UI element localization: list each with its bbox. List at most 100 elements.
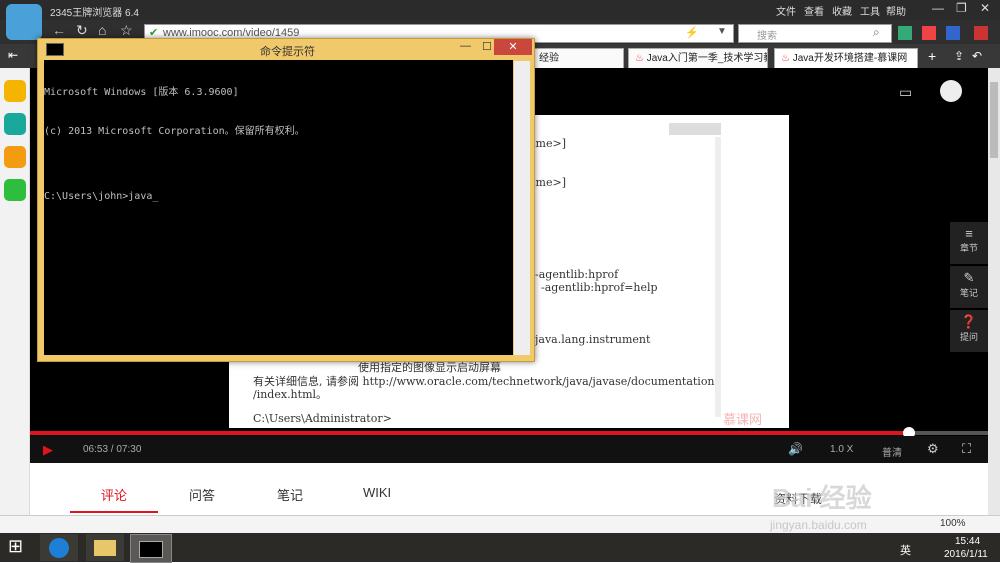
tab-wiki[interactable]: WIKI [363,485,391,500]
inner-scrollbar [715,137,721,417]
tab-menu-icon[interactable]: ⇪ [954,49,964,63]
menu-favorites[interactable]: 收藏 [832,3,852,18]
browser-title-bar: 2345王牌浏览器 6.4 文件 查看 收藏 工具 帮助 — ❐ ✕ [0,0,1000,20]
baidu-watermark-url: jingyan.baidu.com [770,518,867,532]
explorer-taskbar-button[interactable] [86,534,124,561]
ime-indicator[interactable]: 英 [900,542,911,558]
tab-qa[interactable]: 问答 [189,485,215,504]
search-box[interactable]: 搜索 ⌕ [738,24,892,43]
menu-file[interactable]: 文件 [776,3,796,18]
folder-icon [94,540,116,556]
output-line: /index.html。 [253,388,328,401]
ask-label: 提问 [959,332,978,342]
pencil-icon: ✎ [963,270,975,285]
cmd-icon [46,43,64,56]
chapters-icon: ≡ [965,226,973,241]
active-tab-indicator [70,511,158,513]
tab-comments[interactable]: 评论 [101,485,127,504]
maximize-icon[interactable]: ❐ [956,1,967,15]
zoom-level[interactable]: 100% [940,518,966,529]
tab-label: Java入门第一季_技术学习教 [646,53,768,64]
page-scrollbar[interactable] [988,68,1000,533]
ie-taskbar-button[interactable] [40,534,78,561]
menu-tools[interactable]: 工具 [860,3,880,18]
compat-mode-icon[interactable]: ⚡ [685,26,699,39]
cmd-console[interactable]: Microsoft Windows [版本 6.3.9600] (c) 2013… [44,60,513,355]
tab-java-setup[interactable]: ♨ Java开发环境搭建-慕课网 [774,48,918,68]
video-watermark: 慕课网 [723,412,763,427]
cmd-title: 命令提示符 [260,46,315,58]
chapters-button[interactable]: ≡ 章节 [950,222,988,264]
menu-help[interactable]: 帮助 [886,3,906,18]
browser-logo [6,4,42,40]
settings-icon[interactable]: ⚙ [927,441,939,457]
new-tab-icon[interactable]: + [928,48,936,64]
cmd-maximize-icon[interactable]: ☐ [482,40,492,53]
windows-start-icon[interactable]: ⊞ [8,536,23,557]
menu-view[interactable]: 查看 [804,3,824,18]
play-icon[interactable]: ▶ [43,442,53,458]
fire-icon: ♨ [781,53,793,64]
refresh-icon[interactable]: ↻ [76,22,88,39]
clock-date[interactable]: 2016/1/11 [944,549,988,560]
back-icon[interactable]: ← [52,22,66,38]
search-input[interactable]: 搜索 [757,27,777,42]
progress-played[interactable] [30,431,909,435]
apps-icon[interactable] [898,26,912,40]
cmd-icon [139,541,163,558]
progress-remaining[interactable] [909,431,988,435]
home-icon[interactable]: ⌂ [98,22,106,38]
console-line: Microsoft Windows [版本 6.3.9600] [44,87,239,98]
output-prompt: C:\Users\Administrator> [253,412,392,425]
window-controls-icon [669,123,721,135]
sidebar [0,68,30,533]
player-controls: ▶ 06:53 / 07:30 🔊 1.0 X 普清 ⚙ ⛶ [30,436,988,463]
gallery-icon[interactable] [922,26,936,40]
restore-tab-icon[interactable]: ⇤ [8,48,18,62]
screen-icon[interactable] [946,26,960,40]
tab-label: 经验 [539,53,559,64]
tab-experience[interactable]: 经验 [532,48,624,68]
notes-button[interactable]: ✎ 笔记 [950,266,988,308]
output-line: java.lang.instrument [535,333,651,346]
question-icon: ❓ [960,314,978,329]
cmd-scrollbar[interactable] [514,61,530,355]
dropdown-icon[interactable]: ▼ [717,26,727,37]
tab-java-intro[interactable]: ♨ Java入门第一季_技术学习教 [628,48,768,68]
fullscreen-icon[interactable]: ⛶ [962,441,971,457]
speed-button[interactable]: 1.0 X [830,444,853,455]
history-icon[interactable] [4,113,26,135]
cmd-minimize-icon[interactable]: — [460,40,471,52]
search-icon[interactable]: ⌕ [873,25,880,40]
cursor: _ [152,191,159,202]
cmd-taskbar-button[interactable] [130,534,172,563]
clock-time[interactable]: 15:44 [955,536,980,547]
notes-label: 笔记 [959,288,978,298]
account-icon[interactable] [974,26,988,40]
undo-icon[interactable]: ↶ [972,49,982,63]
time-display: 06:53 / 07:30 [83,444,142,455]
fire-icon: ♨ [635,53,647,64]
cmd-close-button[interactable]: ✕ [494,39,532,55]
chapters-label: 章节 [959,243,978,253]
tab-label: Java开发环境搭建-慕课网 [792,53,908,64]
output-line: -agentlib:hprof=help [541,281,658,294]
favorites-icon[interactable] [4,80,26,102]
wechat-icon[interactable] [4,179,26,201]
console-prompt[interactable]: C:\Users\john>java_ [44,190,513,203]
scrollbar-thumb[interactable] [990,82,998,158]
minimize-icon[interactable]: — [932,1,944,15]
star-icon[interactable]: ☆ [120,22,133,39]
volume-icon[interactable]: 🔊 [788,442,803,456]
output-line: -agentlib:hprof [535,268,619,281]
console-line: (c) 2013 Microsoft Corporation。保留所有权利。 [44,126,305,137]
tab-notes[interactable]: 笔记 [277,485,303,504]
ie-icon [49,538,69,558]
browser-title: 2345王牌浏览器 6.4 [50,8,139,19]
close-icon[interactable]: ✕ [980,1,990,15]
avatar[interactable] [940,80,962,102]
message-icon[interactable]: ▭ [899,84,912,101]
weibo-icon[interactable] [4,146,26,168]
ask-button[interactable]: ❓ 提问 [950,310,988,352]
quality-button[interactable]: 普清 [882,444,902,459]
